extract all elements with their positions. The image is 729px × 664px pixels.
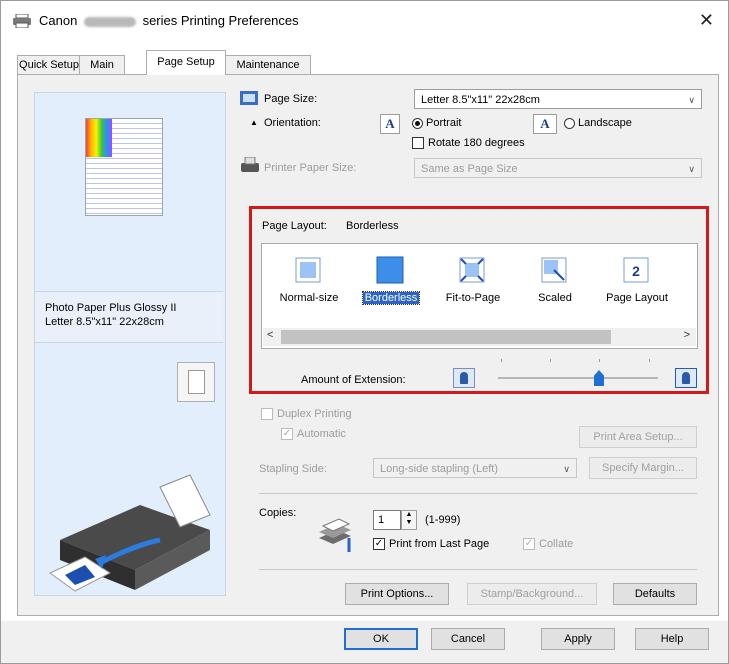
stapling-side-select[interactable]: Long-side stapling (Left) ∨ bbox=[373, 458, 577, 478]
layout-item-normal-size[interactable]: Normal-size bbox=[268, 250, 350, 316]
page-size-value: Letter 8.5"x11" 22x28cm bbox=[421, 94, 540, 106]
layout-horizontal-scrollbar[interactable]: < > bbox=[263, 328, 696, 346]
extension-min-icon[interactable] bbox=[453, 368, 475, 388]
layout-item-label: Page Layout bbox=[606, 292, 668, 304]
printer-illustration-icon bbox=[49, 474, 211, 592]
orientation-bullet-icon: ▲ bbox=[250, 118, 258, 127]
layout-item-fit-to-page[interactable]: Fit-to-Page bbox=[432, 250, 514, 316]
landscape-label: Landscape bbox=[578, 117, 632, 129]
copies-spinner[interactable]: ▲ ▼ bbox=[401, 510, 417, 530]
page-preview bbox=[85, 118, 163, 216]
layout-item-label: Borderless bbox=[361, 291, 421, 305]
rotate-180-label: Rotate 180 degrees bbox=[428, 137, 525, 149]
close-icon[interactable]: ✕ bbox=[699, 10, 714, 31]
duplex-label: Duplex Printing bbox=[277, 408, 352, 420]
copies-input[interactable]: 1 bbox=[373, 510, 401, 530]
stapling-side-value: Long-side stapling (Left) bbox=[380, 463, 499, 475]
layout-item-label-wrap: Borderless bbox=[350, 291, 432, 305]
specify-margin-button[interactable]: Specify Margin... bbox=[589, 457, 697, 479]
apply-button[interactable]: Apply bbox=[541, 628, 615, 650]
scrollbar-thumb[interactable] bbox=[281, 330, 611, 344]
slider-tick bbox=[550, 359, 551, 362]
slider-tick bbox=[649, 359, 650, 362]
ok-button[interactable]: OK bbox=[344, 628, 418, 650]
copies-stack-icon bbox=[319, 518, 351, 552]
title-bar: Canon series Printing Preferences ✕ bbox=[1, 1, 728, 41]
copies-range: (1-999) bbox=[425, 514, 461, 526]
stapling-side-label: Stapling Side: bbox=[259, 463, 327, 475]
tab-page-setup[interactable]: Page Setup bbox=[146, 50, 226, 75]
copies-label: Copies: bbox=[259, 507, 297, 519]
layout-item-label: Scaled bbox=[538, 292, 572, 304]
printer-paper-size-value: Same as Page Size bbox=[421, 163, 518, 175]
layout-item-label: Normal-size bbox=[279, 292, 339, 304]
media-size-text: Letter 8.5"x11" 22x28cm bbox=[45, 316, 164, 328]
borderless-icon bbox=[376, 256, 404, 284]
layout-item-scaled[interactable]: Scaled bbox=[514, 250, 596, 316]
slider-tick bbox=[501, 359, 502, 362]
print-from-last-page-checkbox[interactable]: ✓ bbox=[373, 538, 385, 550]
extension-label: Amount of Extension: bbox=[301, 374, 406, 386]
media-type-text: Photo Paper Plus Glossy II bbox=[45, 302, 177, 314]
scroll-right-icon[interactable]: > bbox=[684, 329, 690, 341]
chevron-down-icon: ∨ bbox=[688, 95, 695, 105]
scaled-icon bbox=[541, 257, 567, 283]
tab-maintenance[interactable]: Maintenance bbox=[225, 55, 311, 75]
help-button[interactable]: Help bbox=[635, 628, 709, 650]
print-options-button[interactable]: Print Options... bbox=[345, 583, 449, 605]
fit-to-page-icon bbox=[459, 257, 485, 283]
collate-checkbox[interactable]: ✓ bbox=[523, 538, 535, 550]
printer-paper-size-select[interactable]: Same as Page Size ∨ bbox=[414, 158, 702, 178]
title-prefix: Canon bbox=[39, 13, 78, 28]
automatic-label: Automatic bbox=[297, 428, 346, 440]
tab-main[interactable]: Main bbox=[79, 55, 125, 75]
orientation-label: Orientation: bbox=[264, 117, 321, 129]
portrait-icon: A bbox=[380, 114, 400, 134]
print-from-last-page-label: Print from Last Page bbox=[389, 538, 490, 550]
paper-source-icon bbox=[177, 362, 215, 402]
extension-max-icon[interactable] bbox=[675, 368, 697, 388]
divider bbox=[259, 569, 697, 570]
color-bars-graphic bbox=[86, 119, 112, 157]
window-title: Canon series Printing Preferences bbox=[39, 13, 299, 28]
page-size-icon bbox=[240, 91, 258, 105]
divider bbox=[259, 493, 697, 494]
media-info-box: Photo Paper Plus Glossy II Letter 8.5"x1… bbox=[35, 291, 223, 343]
extension-slider-track[interactable] bbox=[498, 377, 658, 379]
svg-text:2: 2 bbox=[632, 263, 640, 279]
scroll-left-icon[interactable]: < bbox=[267, 329, 273, 341]
duplex-checkbox[interactable] bbox=[261, 408, 273, 420]
printing-preferences-window: Canon series Printing Preferences ✕ Quic… bbox=[0, 0, 729, 664]
collate-label: Collate bbox=[539, 538, 574, 550]
page-size-label: Page Size: bbox=[264, 93, 318, 105]
layout-item-page-layout[interactable]: 2 Page Layout bbox=[596, 250, 678, 316]
portrait-radio[interactable] bbox=[412, 118, 423, 129]
chevron-down-icon: ∨ bbox=[688, 164, 695, 174]
landscape-icon: A bbox=[533, 114, 557, 134]
print-area-setup-button[interactable]: Print Area Setup... bbox=[579, 426, 697, 448]
slider-tick bbox=[599, 359, 600, 362]
stamp-background-button[interactable]: Stamp/Background... bbox=[467, 583, 597, 605]
redacted-model-name bbox=[83, 16, 136, 27]
printer-paper-icon bbox=[241, 157, 259, 172]
page-size-select[interactable]: Letter 8.5"x11" 22x28cm ∨ bbox=[414, 89, 702, 109]
cancel-button[interactable]: Cancel bbox=[431, 628, 505, 650]
printer-paper-size-label: Printer Paper Size: bbox=[264, 162, 357, 174]
page-layout-list: Normal-size Borderless Fit-to-Page Scale… bbox=[261, 243, 698, 349]
title-suffix: series Printing Preferences bbox=[142, 13, 299, 28]
page-layout-icon: 2 bbox=[623, 257, 649, 283]
printer-app-icon bbox=[13, 14, 31, 28]
preview-pane: Photo Paper Plus Glossy II Letter 8.5"x1… bbox=[34, 92, 226, 596]
portrait-label: Portrait bbox=[426, 117, 462, 129]
landscape-radio[interactable] bbox=[564, 118, 575, 129]
automatic-checkbox[interactable]: ✓ bbox=[281, 428, 293, 440]
tab-quick-setup[interactable]: Quick Setup bbox=[17, 55, 81, 75]
chevron-down-icon: ∨ bbox=[563, 464, 570, 474]
layout-item-borderless[interactable]: Borderless bbox=[350, 250, 432, 316]
rotate-180-checkbox[interactable] bbox=[412, 137, 424, 149]
defaults-button[interactable]: Defaults bbox=[613, 583, 697, 605]
layout-item-label: Fit-to-Page bbox=[445, 292, 501, 304]
normal-size-icon bbox=[295, 257, 321, 283]
